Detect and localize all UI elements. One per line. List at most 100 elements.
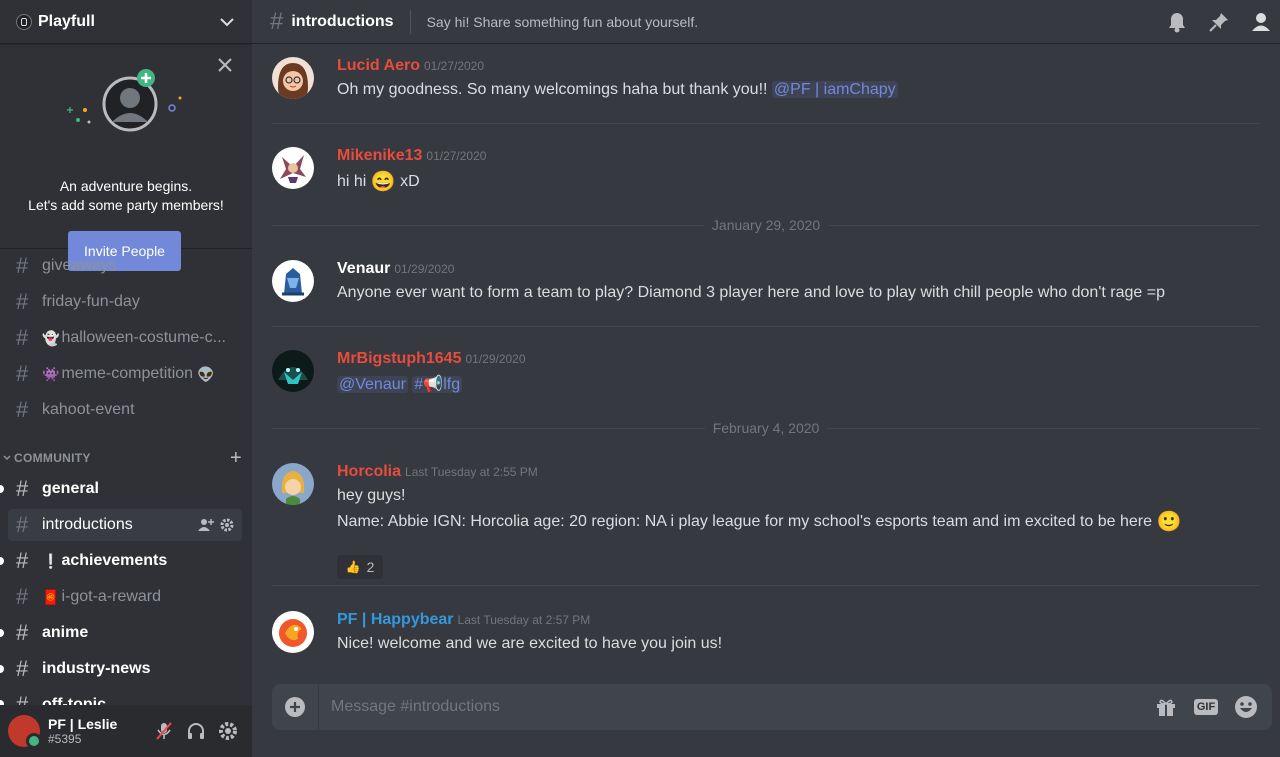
upload-plus-icon[interactable] bbox=[272, 684, 319, 730]
message-item: Lucid Aero 01/27/2020 Oh my goodness. So … bbox=[252, 55, 1260, 115]
gif-label: GIF bbox=[1193, 699, 1219, 715]
invite-card: An adventure begins. Let's add some part… bbox=[0, 44, 252, 271]
channel-kahoot-event[interactable]: # kahoot-event bbox=[8, 394, 242, 426]
message-timestamp: Last Tuesday at 2:57 PM bbox=[457, 613, 591, 627]
avatar[interactable] bbox=[8, 715, 42, 749]
server-header[interactable]: Playfull bbox=[0, 0, 252, 44]
add-channel-icon[interactable]: + bbox=[230, 447, 242, 470]
category-community[interactable]: COMMUNITY + bbox=[2, 447, 242, 469]
message-author[interactable]: MrBigstuph1645 bbox=[337, 350, 461, 367]
channel-sidebar: Playfull An adventure begins. Let's add … bbox=[0, 0, 252, 757]
date-label: February 4, 2020 bbox=[712, 420, 820, 436]
channel-anime[interactable]: # anime bbox=[8, 617, 242, 649]
channel-label: anime bbox=[42, 624, 89, 641]
close-icon[interactable] bbox=[216, 56, 234, 74]
invite-subheading: Let's add some party members! bbox=[28, 197, 224, 213]
channel-label: industry-news bbox=[42, 660, 151, 677]
channel-label: kahoot-event bbox=[42, 401, 135, 418]
message-timestamp: 01/27/2020 bbox=[423, 59, 485, 73]
member-list-icon[interactable] bbox=[1250, 11, 1272, 33]
gear-icon[interactable] bbox=[220, 518, 234, 532]
channel-label: halloween-costume-c... bbox=[61, 329, 226, 346]
channel-halloween-costume[interactable]: # 👻 halloween-costume-c... bbox=[8, 322, 242, 354]
unread-indicator bbox=[0, 485, 4, 493]
server-boost-icon bbox=[16, 13, 32, 30]
avatar[interactable] bbox=[272, 350, 314, 392]
bell-icon[interactable] bbox=[1166, 11, 1188, 33]
hash-icon: # bbox=[16, 397, 29, 422]
user-mention[interactable]: @Venaur bbox=[337, 376, 408, 393]
headphones-icon[interactable] bbox=[180, 715, 212, 747]
avatar[interactable] bbox=[272, 611, 314, 653]
username: PF | Leslie bbox=[48, 716, 118, 732]
channel-friday-fun-day[interactable]: # friday-fun-day bbox=[8, 286, 242, 318]
user-mention[interactable]: @PF | iamChapy bbox=[771, 81, 898, 98]
invite-member-icon[interactable] bbox=[198, 518, 214, 532]
message-input[interactable] bbox=[319, 697, 1146, 717]
channel-giveaways[interactable]: # giveaways bbox=[8, 250, 242, 282]
message-timestamp: 01/29/2020 bbox=[394, 262, 455, 276]
message-text: Name: Abbie IGN: Horcolia age: 20 region… bbox=[337, 512, 1157, 530]
message-timestamp: 01/27/2020 bbox=[426, 149, 487, 163]
hash-icon: # bbox=[16, 361, 29, 386]
message-timestamp: 01/29/2020 bbox=[465, 352, 526, 366]
message-author[interactable]: Venaur bbox=[337, 260, 390, 277]
message-author[interactable]: Horcolia bbox=[337, 463, 401, 480]
hash-icon: # bbox=[16, 620, 29, 645]
mute-microphone-icon[interactable] bbox=[148, 715, 180, 747]
reaction-button[interactable]: 👍 2 bbox=[337, 555, 383, 579]
channel-label: giveaways bbox=[42, 257, 117, 274]
hash-icon: # bbox=[16, 325, 29, 350]
message-text: hey guys! bbox=[337, 487, 406, 504]
hash-icon: # bbox=[16, 584, 29, 609]
avatar[interactable] bbox=[272, 260, 314, 302]
message-author[interactable]: Mikenike13 bbox=[337, 147, 422, 164]
channel-i-got-a-reward[interactable]: # 🧧 i-got-a-reward bbox=[8, 581, 242, 613]
date-separator: January 29, 2020 bbox=[272, 217, 1261, 233]
alien-monster-emoji-icon: 👾 bbox=[42, 365, 60, 382]
channel-header: # introductions Say hi! Share something … bbox=[252, 0, 1280, 44]
message-item: Mikenike13 01/27/2020 hi hi 😄 xD bbox=[252, 145, 1260, 205]
channel-general[interactable]: # general bbox=[8, 473, 242, 505]
message-text: Anyone ever want to form a team to play?… bbox=[337, 284, 1165, 301]
channel-achievements[interactable]: # ❕ achievements bbox=[8, 545, 242, 577]
channel-mention[interactable]: #📢lfg bbox=[412, 376, 463, 393]
avatar[interactable] bbox=[272, 463, 314, 505]
message-composer: GIF bbox=[272, 684, 1272, 730]
channel-label: friday-fun-day bbox=[42, 293, 140, 310]
emoji-picker-icon[interactable] bbox=[1226, 687, 1266, 727]
avatar[interactable] bbox=[272, 147, 314, 189]
message-text: Nice! welcome and we are excited to have… bbox=[337, 635, 723, 652]
message-author[interactable]: PF | Happybear bbox=[337, 611, 454, 628]
date-separator: February 4, 2020 bbox=[272, 420, 1260, 436]
channel-industry-news[interactable]: # industry-news bbox=[8, 653, 242, 685]
chevron-down-icon bbox=[3, 455, 11, 461]
invite-heading: An adventure begins. bbox=[59, 178, 193, 194]
message-divider bbox=[272, 326, 1260, 327]
channel-introductions[interactable]: # introductions bbox=[8, 509, 242, 541]
hash-icon: # bbox=[16, 548, 29, 573]
unread-indicator bbox=[0, 665, 4, 673]
channel-label: meme-competition bbox=[61, 365, 194, 382]
gif-button[interactable]: GIF bbox=[1186, 687, 1226, 727]
message-divider bbox=[272, 123, 1260, 124]
channel-title: introductions bbox=[291, 12, 394, 30]
message-author[interactable]: Lucid Aero bbox=[337, 57, 420, 74]
gift-icon[interactable] bbox=[1146, 687, 1186, 727]
reaction-count: 2 bbox=[366, 559, 375, 575]
channel-meme-competition[interactable]: # 👾 meme-competition 👽 bbox=[8, 358, 242, 390]
hash-icon: # bbox=[16, 253, 29, 278]
unread-indicator bbox=[0, 629, 4, 637]
message-list[interactable]: Lucid Aero 01/27/2020 Oh my goodness. So … bbox=[252, 45, 1280, 665]
message-divider bbox=[272, 585, 1260, 586]
chevron-down-icon[interactable] bbox=[218, 13, 236, 31]
message-item: Horcolia Last Tuesday at 2:55 PM hey guys… bbox=[252, 461, 1260, 581]
date-label: January 29, 2020 bbox=[711, 217, 821, 233]
gear-icon[interactable] bbox=[212, 715, 244, 747]
header-divider bbox=[409, 9, 411, 34]
avatar[interactable] bbox=[272, 57, 314, 99]
pin-icon[interactable] bbox=[1208, 11, 1230, 33]
message-item: MrBigstuph1645 01/29/2020 @Venaur #📢lfg bbox=[252, 348, 1260, 408]
hash-icon: # bbox=[16, 289, 29, 314]
channel-topic[interactable]: Say hi! Share something fun about yourse… bbox=[427, 14, 1166, 30]
